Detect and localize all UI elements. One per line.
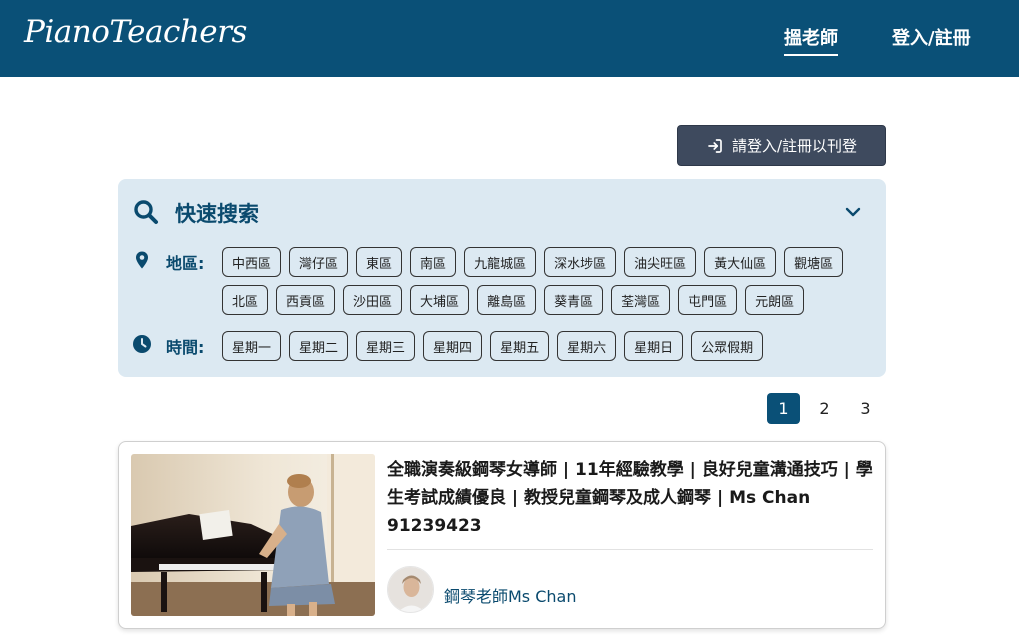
region-tag[interactable]: 沙田區 <box>343 285 403 315</box>
clock-icon <box>133 335 151 353</box>
region-tag[interactable]: 九龍城區 <box>464 247 537 277</box>
region-tag[interactable]: 黃大仙區 <box>704 247 777 277</box>
quick-search-title: 快速搜索 <box>175 202 259 226</box>
region-tag[interactable]: 油尖旺區 <box>624 247 697 277</box>
time-tag[interactable]: 星期一 <box>222 331 282 361</box>
region-tag[interactable]: 離島區 <box>477 285 537 315</box>
time-tag-list: 星期一 星期二 星期三 星期四 星期五 星期六 星期日 公眾假期 <box>222 331 872 361</box>
card-divider <box>387 549 873 550</box>
region-tag[interactable]: 西貢區 <box>276 285 336 315</box>
region-tag-list: 中西區 灣仔區 東區 南區 九龍城區 深水埗區 油尖旺區 黃大仙區 觀塘區北區 西貢區 沙田區 大埔區… <box>222 247 872 315</box>
region-tag[interactable]: 觀塘區 <box>784 247 844 277</box>
time-tag[interactable]: 星期六 <box>557 331 617 361</box>
region-tag[interactable]: 大埔區 <box>410 285 470 315</box>
time-tag[interactable]: 星期二 <box>289 331 349 361</box>
nav-login-register[interactable]: 登入/註冊 <box>892 24 971 50</box>
region-tag[interactable]: 屯門區 <box>678 285 738 315</box>
login-to-post-label: 請登入/註冊以刊登 <box>731 137 858 155</box>
teacher-name-link[interactable]: 鋼琴老師Ms Chan <box>444 583 577 607</box>
region-label: 地區: <box>166 254 205 273</box>
page-link[interactable]: 2 <box>808 393 841 424</box>
time-tag[interactable]: 星期日 <box>624 331 684 361</box>
region-tag[interactable]: 中西區 <box>222 247 282 277</box>
time-tag[interactable]: 星期五 <box>490 331 550 361</box>
listing-photo[interactable] <box>131 454 375 616</box>
login-to-post-button[interactable]: 請登入/註冊以刊登 <box>677 125 886 166</box>
teacher-avatar <box>387 566 434 613</box>
chevron-down-icon[interactable] <box>844 204 862 220</box>
login-arrow-icon <box>708 138 722 153</box>
teacher-listing-card[interactable]: 全職演奏級鋼琴女導師 | 11年經驗教學 | 良好兒童溝通技巧 | 學生考試成績… <box>118 441 886 629</box>
region-tag[interactable]: 深水埗區 <box>544 247 617 277</box>
pagination: 123 <box>767 393 882 424</box>
search-icon <box>134 200 158 224</box>
time-tag[interactable]: 星期三 <box>356 331 416 361</box>
site-logo[interactable]: PianoTeachers <box>24 14 247 50</box>
quick-search-panel: 快速搜索 地區: 中西區 灣仔區 東區 南區 九龍城區 深水埗區 油尖旺區 黃大仙區 觀塘區北區… <box>118 179 886 377</box>
page-link[interactable]: 1 <box>767 393 800 424</box>
location-pin-icon <box>136 251 148 269</box>
page-link[interactable]: 3 <box>849 393 882 424</box>
region-tag[interactable]: 灣仔區 <box>289 247 349 277</box>
time-tag[interactable]: 星期四 <box>423 331 483 361</box>
region-tag[interactable]: 北區 <box>222 285 269 315</box>
region-tag[interactable]: 南區 <box>410 247 457 277</box>
region-tag[interactable]: 葵青區 <box>544 285 604 315</box>
region-tag[interactable]: 東區 <box>356 247 403 277</box>
region-tag[interactable]: 元朗區 <box>745 285 805 315</box>
time-tag[interactable]: 公眾假期 <box>691 331 764 361</box>
nav-find-teacher[interactable]: 搵老師 <box>784 24 838 56</box>
region-tag[interactable]: 荃灣區 <box>611 285 671 315</box>
time-label: 時間: <box>166 338 205 357</box>
listing-title[interactable]: 全職演奏級鋼琴女導師 | 11年經驗教學 | 良好兒童溝通技巧 | 學生考試成績… <box>387 456 873 540</box>
top-navbar: PianoTeachers 搵老師 登入/註冊 <box>0 0 1019 77</box>
